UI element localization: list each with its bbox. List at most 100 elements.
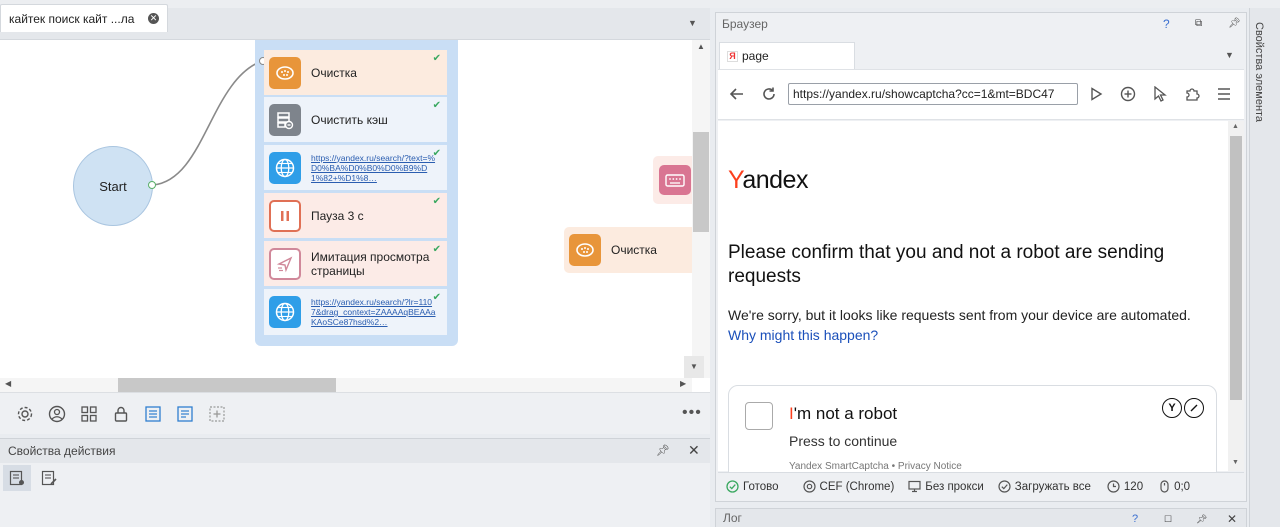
not-robot-label: I'm not a robot <box>789 404 897 424</box>
monitor-icon <box>908 480 921 493</box>
reload-icon[interactable] <box>759 84 779 104</box>
webview-scroll-thumb[interactable] <box>1230 136 1242 400</box>
press-continue-text: Press to continue <box>789 433 898 449</box>
scroll-up-icon[interactable]: ▲ <box>1232 123 1239 130</box>
pin-icon[interactable]: 📌︎ <box>1228 18 1241 29</box>
pin-icon[interactable]: 📌︎ <box>1196 514 1207 525</box>
keyboard-icon <box>659 165 691 195</box>
smartcaptcha-notice[interactable]: Yandex SmartCaptcha • Privacy Notice <box>789 461 962 472</box>
maximize-icon[interactable]: ☐ <box>1164 514 1172 525</box>
more-icon[interactable]: ••• <box>682 404 702 422</box>
action-label: Имитация просмотра страницы <box>311 249 430 278</box>
settings-gear-icon[interactable] <box>9 405 41 423</box>
float-window-icon[interactable]: ⧉ <box>1195 18 1202 29</box>
menu-hamburger-icon[interactable] <box>1214 84 1234 104</box>
cursor-select-icon[interactable] <box>1150 84 1170 104</box>
start-connection-line <box>152 60 263 186</box>
pause-icon <box>269 199 301 232</box>
cleanup-action-node[interactable]: Очистка <box>564 227 692 273</box>
check-icon: ✔ <box>432 53 441 64</box>
go-play-icon[interactable] <box>1086 84 1106 104</box>
canvas-horizontal-scrollbar[interactable] <box>0 378 692 392</box>
captcha-description-text: We're sorry, but it looks like requests … <box>728 307 1191 323</box>
action-page-view[interactable]: Имитация просмотра страницы ✔ <box>264 241 447 287</box>
action-url-link[interactable]: https://yandex.ru/search/?text=%D0%BA%D0… <box>311 153 436 183</box>
grid-icon[interactable] <box>73 405 105 423</box>
action-clear-cache[interactable]: Очистить кэш ✔ <box>264 97 447 143</box>
action-url-link[interactable]: https://yandex.ru/search/?lr=1107&drag_c… <box>311 297 436 327</box>
close-icon[interactable]: ✕ <box>688 442 700 459</box>
action-pause[interactable]: Пауза 3 с ✔ <box>264 193 447 239</box>
scroll-down-icon[interactable]: ▼ <box>684 356 704 378</box>
canvas-horizontal-scroll-thumb[interactable] <box>118 378 336 392</box>
project-tab[interactable]: кайтек поиск кайт ...ла ✕ <box>0 4 168 32</box>
browser-tab[interactable]: Я page <box>719 42 855 69</box>
scroll-up-icon[interactable]: ▲ <box>697 42 705 51</box>
canvas-vertical-scroll-thumb[interactable] <box>693 132 709 232</box>
status-timeout-label: 120 <box>1123 480 1144 493</box>
chevron-down-icon[interactable]: ▼ <box>688 18 697 28</box>
element-properties-label[interactable]: Свойства элемента <box>1253 22 1265 122</box>
status-proxy[interactable]: Без прокси <box>908 480 984 493</box>
clear-cache-icon <box>269 103 301 136</box>
lock-icon[interactable] <box>105 405 137 423</box>
cleanup-icon <box>269 56 301 89</box>
action-label: Пауза 3 с <box>311 208 364 223</box>
scroll-left-icon[interactable]: ◀ <box>5 379 11 388</box>
help-icon[interactable]: ? <box>1163 17 1170 31</box>
check-icon: ✔ <box>432 148 441 159</box>
load-check-icon <box>998 480 1011 493</box>
status-load[interactable]: Загружать все <box>998 480 1091 493</box>
close-icon[interactable]: ✕ <box>1227 512 1237 526</box>
action-properties-title: Свойства действия <box>8 444 116 458</box>
browser-panel-title: Браузер <box>722 17 768 31</box>
canvas-toolbar <box>0 392 710 434</box>
status-engine-label: CEF (Chrome) <box>819 480 895 493</box>
scroll-right-icon[interactable]: ▶ <box>680 379 686 388</box>
start-label: Start <box>99 178 127 194</box>
add-frame-icon[interactable] <box>201 405 233 423</box>
scroll-down-icon[interactable]: ▼ <box>1232 459 1239 466</box>
properties-edit-icon[interactable] <box>35 465 63 491</box>
check-icon: ✔ <box>432 292 441 303</box>
add-circle-icon[interactable] <box>1118 84 1138 104</box>
list-detail-icon[interactable] <box>169 405 201 423</box>
browser-tab-label: page <box>742 49 769 63</box>
back-arrow-icon[interactable] <box>727 84 747 104</box>
help-icon[interactable]: ? <box>1132 513 1138 525</box>
properties-list-icon[interactable] <box>3 465 31 491</box>
close-icon[interactable]: ✕ <box>148 13 159 24</box>
not-robot-checkbox[interactable] <box>745 402 773 430</box>
status-coords-label: 0;0 <box>1174 480 1191 493</box>
status-ready: Готово <box>726 480 779 493</box>
chevron-down-icon[interactable]: ▼ <box>1225 50 1234 60</box>
captcha-heading: Please confirm that you and not a robot … <box>728 242 1165 287</box>
project-tab-label: кайтек поиск кайт ...ла <box>9 11 135 26</box>
start-output-port[interactable] <box>148 181 156 189</box>
profile-icon[interactable] <box>41 405 73 423</box>
action-cleanup[interactable]: Очистка ✔ <box>264 50 447 96</box>
extension-puzzle-icon[interactable] <box>1182 84 1202 104</box>
status-proxy-label: Без прокси <box>925 480 984 493</box>
status-timeout[interactable]: 120 <box>1107 480 1143 493</box>
not-robot-rest: 'm not a robot <box>793 404 898 423</box>
yandex-logo[interactable]: Yandex <box>728 166 808 195</box>
list-view-icon[interactable] <box>137 405 169 423</box>
why-link[interactable]: Why might this happen? <box>728 327 878 343</box>
browser-statusbar: Готово CEF (Chrome) Без прокси Загружать… <box>718 472 1244 500</box>
start-node[interactable]: Start <box>73 146 153 226</box>
status-ready-label: Готово <box>743 480 779 493</box>
status-engine[interactable]: CEF (Chrome) <box>802 480 895 493</box>
pin-icon[interactable]: 📌︎ <box>656 444 670 457</box>
action-navigate-url[interactable]: https://yandex.ru/search/?text=%D0%BA%D0… <box>264 145 447 191</box>
check-icon: ✔ <box>432 100 441 111</box>
compass-badge-icon <box>1184 398 1204 418</box>
action-properties-header: Свойства действия <box>0 438 710 463</box>
clock-icon <box>1107 480 1120 493</box>
cleanup-icon <box>569 234 601 266</box>
action-label: Очистка <box>611 243 657 257</box>
yandex-badges: Y <box>1162 398 1204 418</box>
yandex-badge-icon: Y <box>1162 398 1182 418</box>
url-input[interactable]: https://yandex.ru/showcaptcha?cc=1&mt=BD… <box>788 83 1078 105</box>
action-navigate-url-2[interactable]: https://yandex.ru/search/?lr=1107&drag_c… <box>264 289 447 335</box>
